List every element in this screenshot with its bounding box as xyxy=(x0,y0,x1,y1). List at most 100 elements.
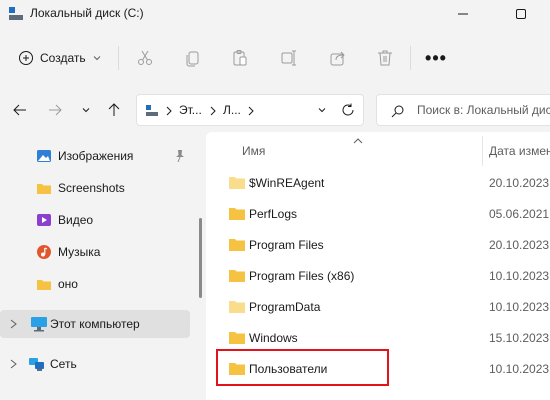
file-row[interactable]: $WinREAgent 20.10.2023 2 xyxy=(206,168,550,199)
more-options-button[interactable]: ••• xyxy=(424,46,448,70)
column-header-date[interactable]: Дата измен xyxy=(489,144,550,158)
rename-icon xyxy=(281,50,296,66)
pictures-icon xyxy=(37,150,51,162)
chevron-down-icon xyxy=(93,56,100,61)
forward-button[interactable] xyxy=(45,100,65,120)
sidebar-item-label: Сеть xyxy=(50,357,77,371)
breadcrumb-local-disk[interactable]: Л... xyxy=(223,103,241,117)
file-name: PerfLogs xyxy=(249,207,298,221)
plus-circle-icon xyxy=(19,51,33,65)
maximize-button[interactable] xyxy=(498,0,544,28)
file-name: Program Files xyxy=(249,238,324,252)
sidebar-item-label: Screenshots xyxy=(58,181,125,195)
copy-icon xyxy=(186,51,199,67)
sidebar-item-label: Видео xyxy=(58,213,94,227)
window-title: Локальный диск (C:) xyxy=(30,6,144,20)
toolbar-divider xyxy=(118,46,119,70)
file-date: 10.10.2023 2 xyxy=(489,362,550,376)
chevron-right-icon[interactable] xyxy=(8,317,20,331)
column-divider[interactable] xyxy=(482,136,483,166)
sidebar-item-network[interactable]: Сеть xyxy=(0,350,190,378)
file-row[interactable]: Program Files 20.10.2023 2 xyxy=(206,230,550,261)
navigation-pane: Изображения Screenshots Видео Музыка оно xyxy=(0,132,202,400)
sidebar-item-ono[interactable]: оно xyxy=(0,270,190,298)
music-icon xyxy=(37,245,51,259)
clipboard-icon xyxy=(233,50,247,66)
cut-button[interactable] xyxy=(133,46,157,70)
sidebar-item-videos[interactable]: Видео xyxy=(0,206,190,234)
folder-icon xyxy=(229,332,245,344)
search-icon xyxy=(391,105,404,118)
up-button[interactable] xyxy=(104,100,124,120)
folder-icon xyxy=(229,177,245,189)
file-date: 20.10.2023 2 xyxy=(489,238,550,252)
video-icon xyxy=(37,214,51,226)
arrow-right-icon xyxy=(49,104,62,116)
address-bar[interactable]: Эт... Л... xyxy=(136,94,364,126)
rename-button[interactable] xyxy=(277,46,301,70)
pin-icon[interactable] xyxy=(174,149,186,163)
sidebar-scrollbar[interactable] xyxy=(199,218,202,298)
sidebar-item-screenshots[interactable]: Screenshots xyxy=(0,174,190,202)
folder-icon xyxy=(229,239,245,251)
file-row[interactable]: ProgramData 10.10.2023 2 xyxy=(206,292,550,323)
file-date: 10.10.2023 2 xyxy=(489,269,550,283)
address-row: Эт... Л... Поиск в: Локальный диск (C:) xyxy=(0,88,550,132)
chevron-down-icon[interactable] xyxy=(317,105,327,115)
maximize-icon xyxy=(516,9,526,19)
chevron-up-icon xyxy=(353,138,363,144)
file-name: $WinREAgent xyxy=(249,176,325,190)
folder-icon xyxy=(37,184,51,194)
arrow-left-icon xyxy=(13,104,26,116)
drive-icon xyxy=(146,105,158,116)
share-icon xyxy=(330,51,345,66)
sidebar-item-label: Этот компьютер xyxy=(50,317,140,331)
folder-icon xyxy=(37,280,51,290)
delete-button[interactable] xyxy=(373,46,397,70)
sidebar-item-label: Изображения xyxy=(58,149,134,163)
create-button[interactable]: Создать xyxy=(12,44,108,72)
highlight-frame xyxy=(216,349,389,386)
title-bar: Локальный диск (C:) xyxy=(0,0,550,28)
search-placeholder: Поиск в: Локальный диск (C:) xyxy=(417,103,550,117)
drive-icon xyxy=(9,7,23,20)
sidebar-item-this-pc[interactable]: Этот компьютер xyxy=(0,310,190,338)
back-button[interactable] xyxy=(10,100,30,120)
sidebar-item-pictures[interactable]: Изображения xyxy=(0,142,190,170)
create-label: Создать xyxy=(40,51,86,65)
arrow-up-icon xyxy=(108,103,120,116)
trash-icon xyxy=(378,50,392,66)
chevron-right-icon xyxy=(166,106,172,116)
sidebar-item-music[interactable]: Музыка xyxy=(0,238,190,266)
sidebar-item-label: оно xyxy=(58,277,78,291)
chevron-right-icon[interactable] xyxy=(8,357,20,371)
network-icon xyxy=(29,358,44,371)
search-box[interactable]: Поиск в: Локальный диск (C:) xyxy=(376,94,550,126)
folder-icon xyxy=(229,301,245,313)
minimize-button[interactable] xyxy=(440,0,486,28)
toolbar-divider xyxy=(410,46,411,70)
recent-locations-button[interactable] xyxy=(76,100,96,120)
breadcrumb-this-pc[interactable]: Эт... xyxy=(179,103,202,117)
paste-button[interactable] xyxy=(228,46,252,70)
chevron-right-icon xyxy=(248,106,254,116)
this-pc-icon xyxy=(31,317,47,332)
file-name: ProgramData xyxy=(249,300,321,314)
command-bar: Создать ••• xyxy=(0,36,550,80)
file-row[interactable]: PerfLogs 05.06.2021 1 xyxy=(206,199,550,230)
file-date: 10.10.2023 2 xyxy=(489,300,550,314)
chevron-right-icon xyxy=(210,106,216,116)
share-button[interactable] xyxy=(326,46,350,70)
sort-indicator xyxy=(352,134,364,148)
folder-icon xyxy=(229,208,245,220)
sidebar-item-label: Музыка xyxy=(58,245,101,259)
file-name: Windows xyxy=(249,331,298,345)
refresh-icon[interactable] xyxy=(341,103,355,117)
file-name: Program Files (x86) xyxy=(249,269,355,283)
scissors-icon xyxy=(138,50,152,65)
file-row[interactable]: Program Files (x86) 10.10.2023 2 xyxy=(206,261,550,292)
minimize-icon xyxy=(458,13,468,15)
column-header-name[interactable]: Имя xyxy=(242,144,265,158)
copy-button[interactable] xyxy=(181,46,205,70)
file-date: 20.10.2023 2 xyxy=(489,176,550,190)
